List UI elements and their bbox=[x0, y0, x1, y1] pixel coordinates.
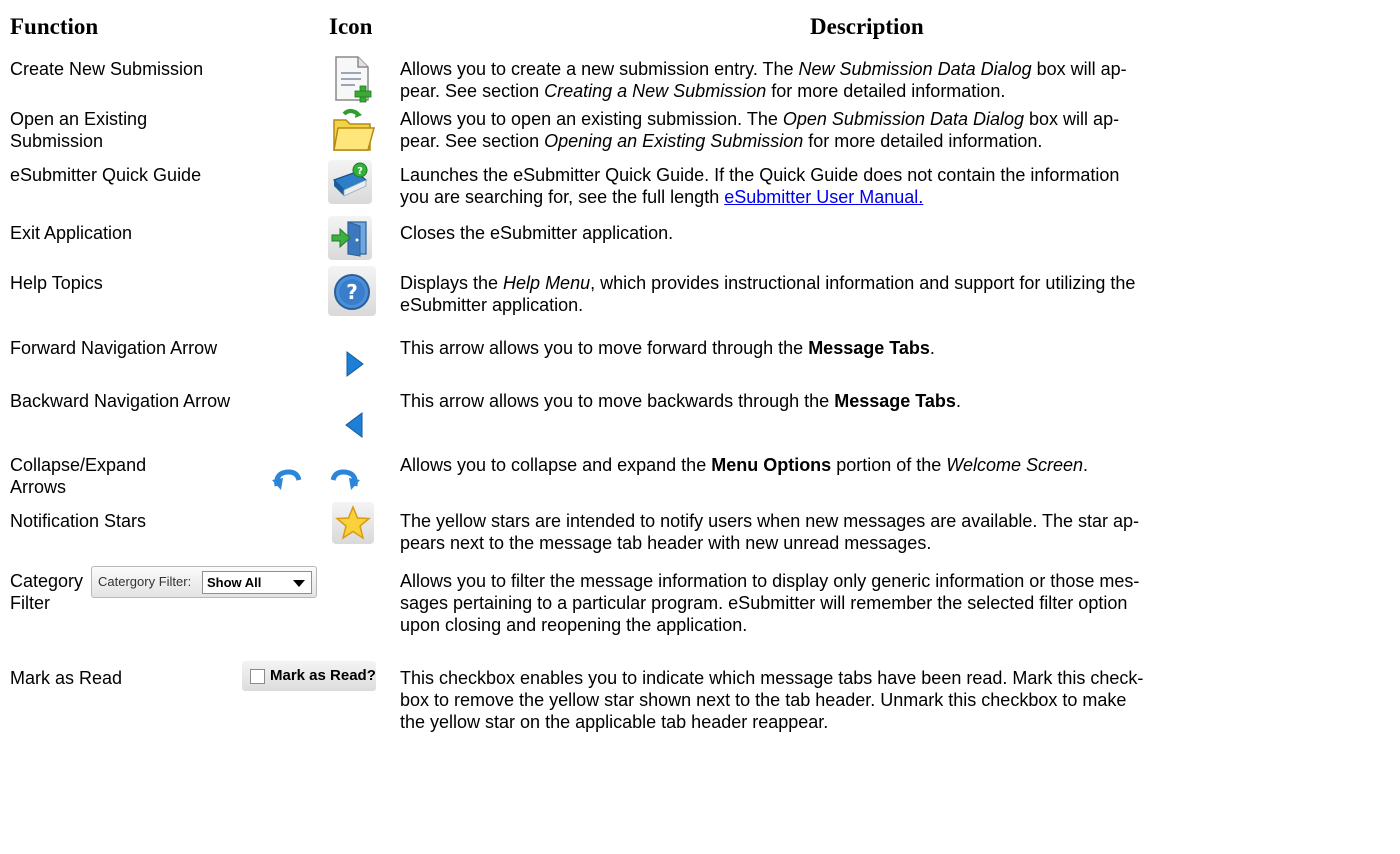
checkbox-box[interactable] bbox=[250, 669, 265, 684]
description-segment: for more detailed information. bbox=[766, 81, 1006, 101]
description-segment: sages pertaining to a particular program… bbox=[400, 593, 1128, 613]
description-segment: . bbox=[1083, 455, 1089, 475]
description-text: This arrow allows you to move backwards … bbox=[400, 390, 1385, 412]
bold-term: Menu Options bbox=[711, 455, 832, 475]
function-label: Open an Existing Submission bbox=[10, 109, 148, 151]
description-segment: the yellow star on the applicable tab he… bbox=[400, 712, 829, 732]
description-text: Closes the eSubmitter application. bbox=[400, 222, 1385, 244]
description-segment: for more detailed information. bbox=[803, 131, 1043, 151]
description-segment: you are searching for, see the full leng… bbox=[400, 187, 725, 207]
category-filter-select[interactable]: Show All bbox=[202, 571, 312, 594]
collapse-expand-arrows-icon[interactable] bbox=[271, 466, 361, 499]
header-icon: Icon bbox=[329, 14, 373, 39]
category-filter-label: Catergory Filter: bbox=[98, 574, 192, 589]
description-segment: Displays the bbox=[400, 273, 504, 293]
italic-term: Open Submission Data Dialog bbox=[782, 109, 1025, 129]
category-filter-combo[interactable]: Catergory Filter: Show All bbox=[91, 566, 317, 598]
quick-guide-book-icon[interactable]: ? bbox=[328, 160, 372, 204]
description-segment: Launches the eSubmitter Quick Guide. If … bbox=[400, 165, 1120, 185]
description-segment: Allows you to open an existing submissio… bbox=[400, 109, 783, 129]
function-label: Create New Submission bbox=[10, 59, 204, 79]
header-function: Function bbox=[10, 14, 99, 39]
description-segment: pear. See section bbox=[400, 81, 545, 101]
svg-text:?: ? bbox=[357, 166, 363, 177]
function-label: Collapse/Expand Arrows bbox=[10, 455, 147, 497]
description-text: Allows you to open an existing submissio… bbox=[400, 108, 1385, 152]
star-icon bbox=[332, 502, 374, 544]
function-label: Exit Application bbox=[10, 223, 133, 243]
function-label: eSubmitter Quick Guide bbox=[10, 165, 202, 185]
italic-term: Welcome Screen bbox=[946, 455, 1084, 475]
description-segment: pears next to the message tab header wit… bbox=[400, 533, 932, 553]
italic-term: New Submission Data Dialog bbox=[798, 59, 1032, 79]
header-description: Description bbox=[810, 14, 924, 39]
description-segment: , which provides instructional informati… bbox=[590, 273, 1136, 293]
user-manual-link[interactable]: eSubmitter User Manual. bbox=[724, 187, 923, 207]
bold-term: Message Tabs bbox=[834, 391, 956, 411]
description-text: Allows you to filter the message informa… bbox=[400, 570, 1385, 636]
description-text: This arrow allows you to move forward th… bbox=[400, 337, 1385, 359]
description-segment: box will ap- bbox=[1031, 59, 1127, 79]
backward-arrow-icon[interactable] bbox=[345, 412, 363, 443]
expand-arrow-icon bbox=[330, 469, 360, 490]
description-segment: . bbox=[929, 338, 935, 358]
function-label: Notification Stars bbox=[10, 511, 147, 531]
svg-text:?: ? bbox=[346, 280, 358, 304]
description-segment: This checkbox enables you to indicate wh… bbox=[400, 668, 1144, 688]
exit-door-icon[interactable] bbox=[328, 216, 372, 260]
function-label: Backward Navigation Arrow bbox=[10, 391, 231, 411]
description-segment: upon closing and reopening the applicati… bbox=[400, 615, 748, 635]
description-text: Launches the eSubmitter Quick Guide. If … bbox=[400, 164, 1385, 208]
description-segment: box to remove the yellow star shown next… bbox=[400, 690, 1127, 710]
forward-arrow-icon[interactable] bbox=[346, 351, 364, 382]
collapse-arrow-icon bbox=[272, 469, 302, 490]
description-segment: Allows you to collapse and expand the bbox=[400, 455, 712, 475]
mark-as-read-label: Mark as Read? bbox=[270, 667, 376, 684]
bold-term: Message Tabs bbox=[808, 338, 930, 358]
mark-as-read-checkbox[interactable]: Mark as Read? bbox=[242, 661, 376, 691]
description-segment: box will ap- bbox=[1024, 109, 1120, 129]
description-text: The yellow stars are intended to notify … bbox=[400, 510, 1385, 554]
description-segment: portion of the bbox=[831, 455, 947, 475]
description-segment: Closes the eSubmitter application. bbox=[400, 223, 674, 243]
description-segment: pear. See section bbox=[400, 131, 545, 151]
chevron-down-icon[interactable] bbox=[293, 580, 305, 587]
function-label: Forward Navigation Arrow bbox=[10, 338, 218, 358]
description-text: Allows you to collapse and expand the Me… bbox=[400, 454, 1385, 476]
new-document-icon[interactable] bbox=[328, 54, 376, 109]
description-segment: This arrow allows you to move backwards … bbox=[400, 391, 835, 411]
italic-term: Help Menu bbox=[503, 273, 591, 293]
description-text: Displays the Help Menu, which provides i… bbox=[400, 272, 1385, 316]
help-question-icon[interactable]: ? bbox=[328, 266, 376, 316]
description-segment: This arrow allows you to move forward th… bbox=[400, 338, 809, 358]
open-folder-icon[interactable] bbox=[328, 106, 376, 161]
function-label: Help Topics bbox=[10, 273, 103, 293]
category-filter-value: Show All bbox=[207, 575, 262, 590]
description-segment: Allows you to filter the message informa… bbox=[400, 571, 1140, 591]
description-segment: . bbox=[955, 391, 961, 411]
description-segment: eSubmitter application. bbox=[400, 295, 584, 315]
italic-term: Opening an Existing Submission bbox=[544, 131, 804, 151]
description-text: Allows you to create a new submission en… bbox=[400, 58, 1385, 102]
description-segment: The yellow stars are intended to notify … bbox=[400, 511, 1140, 531]
italic-term: Creating a New Submission bbox=[544, 81, 767, 101]
description-segment: Allows you to create a new submission en… bbox=[400, 59, 799, 79]
description-text: This checkbox enables you to indicate wh… bbox=[400, 667, 1385, 733]
